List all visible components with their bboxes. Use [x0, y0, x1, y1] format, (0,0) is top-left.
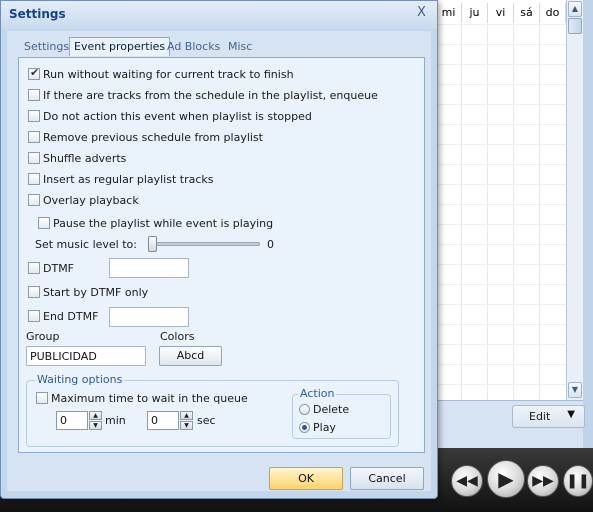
music-level-slider[interactable] — [150, 242, 260, 246]
edit-button[interactable]: Edit ▼ — [512, 405, 585, 428]
music-level-value: 0 — [267, 238, 274, 251]
music-level-slider-handle[interactable] — [148, 236, 157, 252]
spin-up-icon[interactable]: ▲ — [180, 411, 193, 420]
wait-seconds-input[interactable]: 0 — [147, 411, 179, 430]
action-delete-radio[interactable] — [299, 404, 310, 415]
minutes-unit: min — [105, 414, 126, 427]
grid-row-line — [436, 304, 566, 305]
edit-button-label: Edit — [529, 410, 551, 423]
day-header-mi: mi — [436, 3, 462, 23]
dialog-title: Settings — [9, 7, 66, 21]
grid-row-line — [436, 44, 566, 45]
scroll-thumb[interactable] — [568, 18, 582, 34]
tab-ad-blocks[interactable]: Ad Blocks — [167, 39, 220, 57]
grid-row-line — [436, 364, 566, 365]
day-header-do: do — [540, 3, 566, 23]
dialog-titlebar[interactable]: Settings X — [1, 1, 437, 29]
calendar-vertical-scrollbar[interactable]: ▲ ▼ — [566, 0, 583, 400]
end-dtmf-input[interactable] — [109, 307, 189, 327]
settings-dialog: Settings X Settings Event properties Ad … — [0, 0, 438, 499]
insert-as-regular-label[interactable]: Insert as regular playlist tracks — [43, 173, 214, 186]
grid-row-line — [436, 244, 566, 245]
action-play-label[interactable]: Play — [313, 421, 336, 434]
dtmf-checkbox[interactable] — [28, 262, 40, 274]
no-action-when-stopped-label[interactable]: Do not action this event when playlist i… — [43, 110, 312, 123]
spin-down-icon[interactable]: ▼ — [89, 421, 102, 430]
start-by-dtmf-only-checkbox[interactable] — [28, 286, 40, 298]
spin-down-icon[interactable]: ▼ — [180, 421, 193, 430]
window-edge — [583, 0, 593, 448]
enqueue-if-tracks-checkbox[interactable] — [28, 89, 40, 101]
shuffle-adverts-label[interactable]: Shuffle adverts — [43, 152, 126, 165]
wait-minutes-input[interactable]: 0 — [56, 411, 88, 430]
grid-row-line — [436, 104, 566, 105]
colors-button[interactable]: Abcd — [159, 346, 222, 366]
day-header-sa: sá — [514, 3, 540, 23]
music-level-label: Set music level to: — [35, 238, 137, 251]
remove-previous-schedule-label[interactable]: Remove previous schedule from playlist — [43, 131, 263, 144]
seconds-unit: sec — [197, 414, 216, 427]
run-without-waiting-label[interactable]: Run without waiting for current track to… — [43, 68, 294, 81]
remove-previous-schedule-checkbox[interactable] — [28, 131, 40, 143]
scroll-down-icon[interactable]: ▼ — [568, 382, 582, 398]
ok-button[interactable]: OK — [269, 467, 343, 490]
tab-misc[interactable]: Misc — [228, 39, 252, 57]
start-by-dtmf-only-label[interactable]: Start by DTMF only — [43, 286, 148, 299]
grid-row-line — [436, 204, 566, 205]
dropdown-arrow-icon[interactable]: ▼ — [567, 409, 575, 420]
radio-selected-indicator — [302, 425, 307, 430]
wait-minutes-spinner[interactable]: ▲ ▼ — [89, 411, 102, 430]
tab-settings[interactable]: Settings — [24, 39, 69, 57]
enqueue-if-tracks-label[interactable]: If there are tracks from the schedule in… — [43, 89, 378, 102]
waiting-options-title: Waiting options — [35, 373, 125, 386]
no-action-when-stopped-checkbox[interactable] — [28, 110, 40, 122]
rewind-icon[interactable]: ◀◀ — [451, 465, 483, 497]
day-header-ju: ju — [462, 3, 488, 23]
dtmf-label[interactable]: DTMF — [43, 262, 74, 275]
grid-row-line — [436, 324, 566, 325]
end-dtmf-checkbox[interactable] — [28, 310, 40, 322]
pause-playlist-checkbox[interactable] — [38, 217, 50, 229]
check-icon: ✔ — [30, 66, 40, 79]
insert-as-regular-checkbox[interactable] — [28, 173, 40, 185]
shuffle-adverts-checkbox[interactable] — [28, 152, 40, 164]
run-without-waiting-checkbox[interactable]: ✔ — [28, 66, 40, 80]
cancel-button[interactable]: Cancel — [350, 467, 424, 490]
grid-row-line — [436, 144, 566, 145]
dtmf-input[interactable] — [109, 258, 189, 278]
grid-row-line — [436, 164, 566, 165]
group-input[interactable]: PUBLICIDAD — [26, 346, 146, 366]
day-header-vi: vi — [488, 3, 514, 23]
wait-seconds-spinner[interactable]: ▲ ▼ — [180, 411, 193, 430]
max-wait-time-checkbox[interactable] — [36, 392, 48, 404]
close-icon[interactable]: X — [417, 5, 426, 20]
group-label: Group — [26, 330, 60, 343]
overlay-playback-label[interactable]: Overlay playback — [43, 194, 139, 207]
pause-icon[interactable]: ❚❚ — [563, 465, 593, 497]
max-wait-time-label[interactable]: Maximum time to wait in the queue — [51, 392, 248, 405]
pause-playlist-label[interactable]: Pause the playlist while event is playin… — [53, 217, 273, 230]
grid-row-line — [436, 284, 566, 285]
grid-row-line — [436, 64, 566, 65]
grid-row-line — [436, 224, 566, 225]
fast-forward-icon[interactable]: ▶▶ — [527, 465, 559, 497]
tab-event-properties[interactable]: Event properties — [69, 37, 171, 56]
colors-label: Colors — [160, 330, 195, 343]
play-icon[interactable]: ▶ — [487, 460, 525, 498]
action-group-title: Action — [298, 387, 337, 400]
action-play-radio[interactable] — [299, 422, 310, 433]
calendar-grid — [436, 0, 566, 400]
end-dtmf-label[interactable]: End DTMF — [43, 310, 98, 323]
spin-up-icon[interactable]: ▲ — [89, 411, 102, 420]
grid-row-line — [436, 124, 566, 125]
grid-row-line — [436, 264, 566, 265]
overlay-playback-checkbox[interactable] — [28, 194, 40, 206]
action-delete-label[interactable]: Delete — [313, 403, 349, 416]
grid-row-line — [436, 344, 566, 345]
grid-row-line — [436, 84, 566, 85]
grid-row-line — [436, 184, 566, 185]
grid-row-line — [436, 24, 566, 25]
grid-row-line — [436, 384, 566, 385]
scroll-up-icon[interactable]: ▲ — [568, 1, 582, 17]
